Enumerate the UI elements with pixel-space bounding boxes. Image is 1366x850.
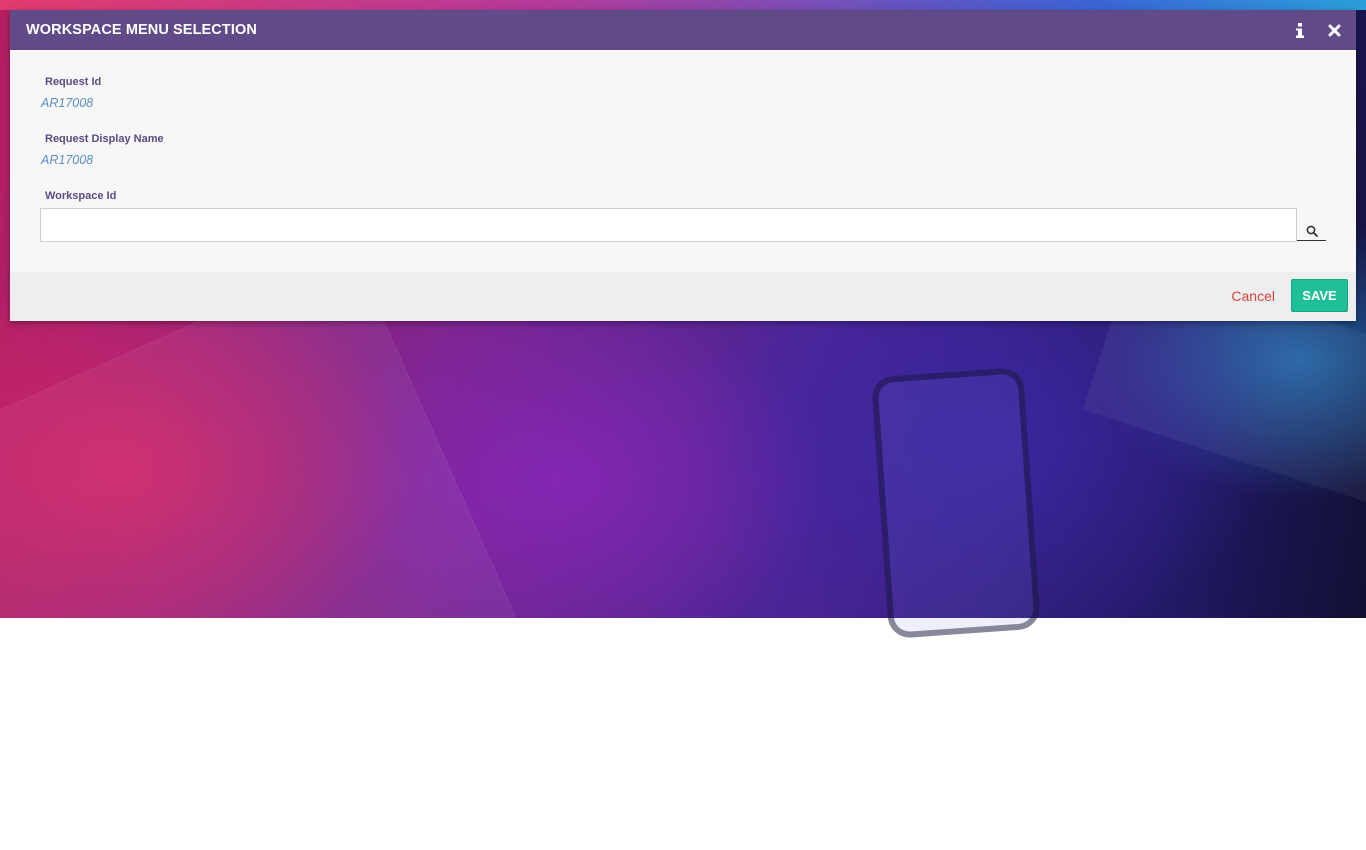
info-icon[interactable] [1296, 22, 1304, 38]
newspaper-decoration [0, 252, 526, 850]
search-icon [1306, 225, 1318, 237]
close-icon[interactable] [1328, 24, 1341, 37]
save-button[interactable]: SAVE [1291, 279, 1348, 312]
dialog-body: Request Id AR17008 Request Display Name … [10, 50, 1356, 272]
request-id-value: AR17008 [41, 96, 94, 110]
background-strip [0, 0, 1366, 10]
workspace-menu-dialog: WORKSPACE MENU SELECTION Request Id AR17… [10, 10, 1356, 321]
dialog-footer: Cancel SAVE [10, 272, 1356, 321]
request-display-name-label: Request Display Name [45, 133, 164, 145]
phone-decoration [871, 367, 1041, 639]
request-display-name-value: AR17008 [41, 153, 94, 167]
dialog-header: WORKSPACE MENU SELECTION [10, 10, 1356, 50]
header-actions [1296, 10, 1341, 50]
workspace-lookup-button[interactable] [1297, 208, 1326, 241]
cancel-button[interactable]: Cancel [1231, 288, 1275, 304]
workspace-id-input[interactable] [40, 208, 1297, 242]
request-id-label: Request Id [45, 76, 102, 88]
workspace-id-label: Workspace Id [45, 190, 117, 202]
dialog-title: WORKSPACE MENU SELECTION [26, 22, 257, 38]
